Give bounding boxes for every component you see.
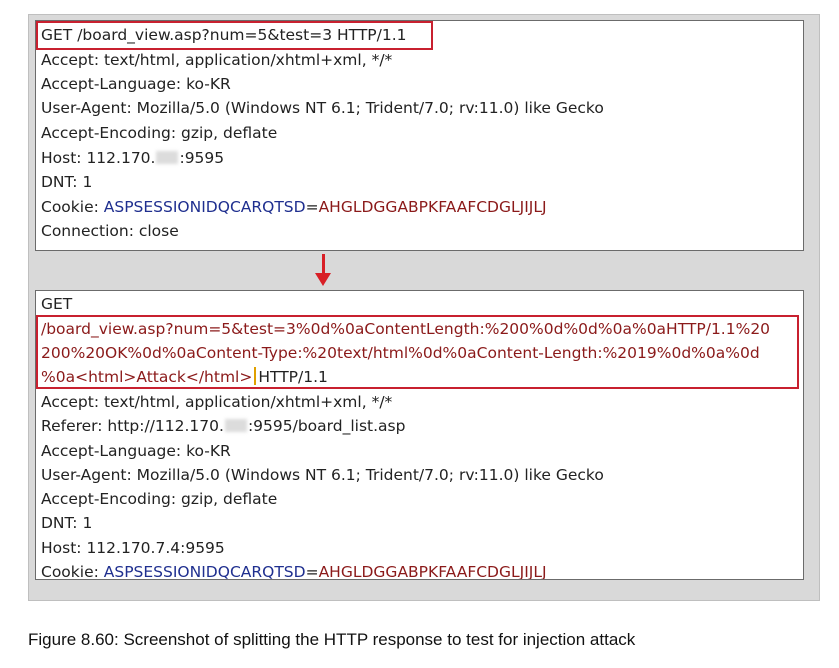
cookie-value: AHGLDGGABPKFAAFCDGLJIJLJ — [318, 198, 547, 216]
referer-header: Referer: http://112.170. :9595/board_list… — [41, 416, 405, 436]
accept-header: Accept: text/html, application/xhtml+xml… — [41, 51, 393, 69]
cookie-name: ASPSESSIONIDQCARQTSD — [103, 198, 306, 216]
referer-prefix: Referer: http://112.170. — [41, 417, 224, 435]
referer-suffix: :9595/board_list.asp — [247, 417, 406, 435]
original-request-panel: GET /board_view.asp?num=5&test=3 HTTP/1.… — [35, 20, 804, 251]
accept-encoding-header: Accept-Encoding: gzip, deflate — [41, 124, 278, 142]
redacted-ip-mask — [156, 151, 179, 164]
down-arrow-head — [315, 273, 331, 286]
request-line-highlight — [36, 21, 433, 50]
user-agent-header: User-Agent: Mozilla/5.0 (Windows NT 6.1;… — [41, 99, 604, 117]
cookie-name: ASPSESSIONIDQCARQTSD — [103, 563, 306, 580]
cookie-header: Cookie: ASPSESSIONIDQCARQTSD=AHGLDGGABPK… — [41, 562, 547, 580]
user-agent-header: User-Agent: Mozilla/5.0 (Windows NT 6.1;… — [41, 466, 604, 484]
accept-language-header: Accept-Language: ko-KR — [41, 442, 231, 460]
payload-highlight — [36, 315, 799, 389]
method-line: GET — [41, 295, 73, 313]
host-suffix: :9595 — [179, 149, 225, 167]
accept-header: Accept: text/html, application/xhtml+xml… — [41, 393, 393, 411]
host-prefix: Host: 112.170. — [41, 149, 156, 167]
cookie-label: Cookie: — [41, 563, 104, 580]
cookie-label: Cookie: — [41, 198, 104, 216]
redacted-ip-mask — [224, 419, 247, 432]
cookie-header: Cookie: ASPSESSIONIDQCARQTSD=AHGLDGGABPK… — [41, 197, 547, 217]
accept-encoding-header: Accept-Encoding: gzip, deflate — [41, 490, 278, 508]
figure-caption: Figure 8.60: Screenshot of splitting the… — [28, 630, 636, 649]
accept-language-header: Accept-Language: ko-KR — [41, 75, 231, 93]
host-header: Host: 112.170. :9595 — [41, 148, 224, 168]
dnt-header: DNT: 1 — [41, 173, 93, 191]
cookie-equals: = — [305, 563, 319, 580]
dnt-header: DNT: 1 — [41, 514, 93, 532]
cookie-equals: = — [305, 198, 319, 216]
host-header: Host: 112.170.7.4:9595 — [41, 539, 225, 557]
connection-header: Connection: close — [41, 222, 179, 240]
cookie-value: AHGLDGGABPKFAAFCDGLJIJLJ — [318, 563, 547, 580]
